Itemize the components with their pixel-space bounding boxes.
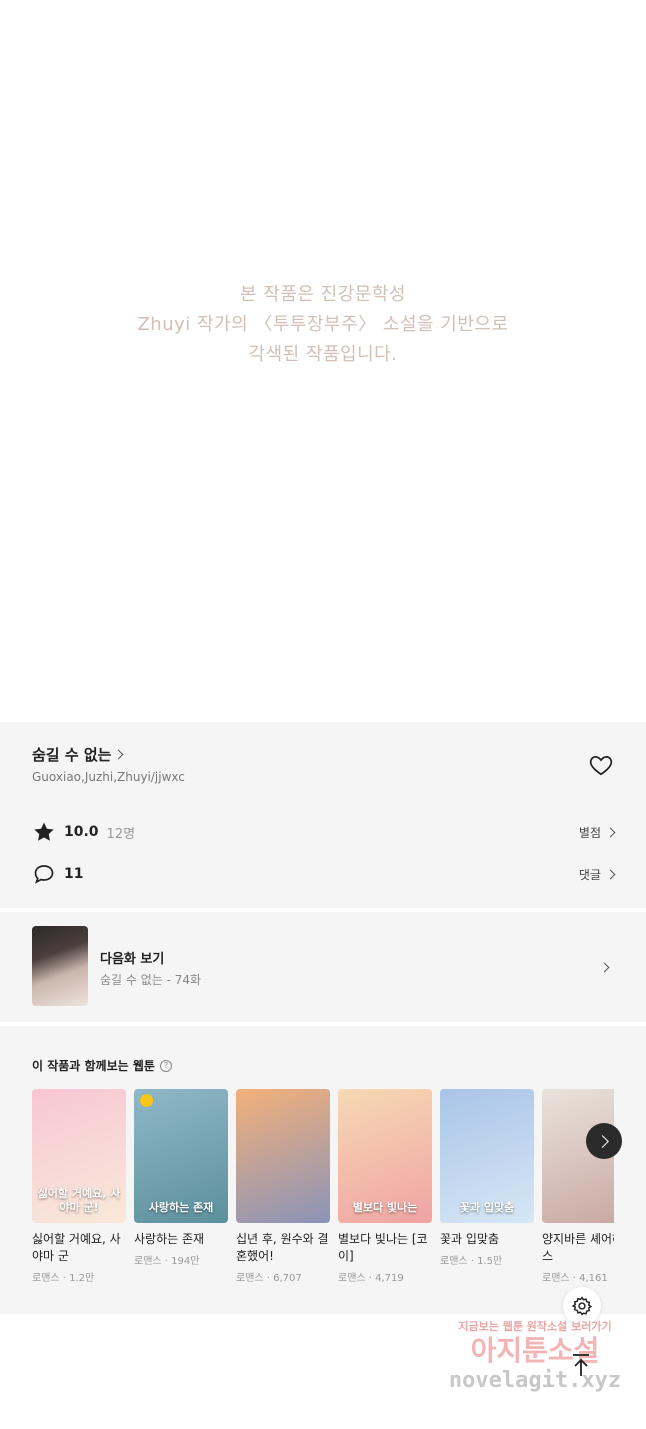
recommendation-title: 사랑하는 존재 [134,1232,205,1246]
rating-link[interactable]: 별점 [578,824,616,841]
recommendations-section: 이 작품과 함께보는 웹툰 ? 싫어할 거예요, 사야마 군! 싫어할 거예요, … [0,1026,646,1314]
comment-bubble-icon [34,865,54,884]
work-authors: Guoxiao,Juzhi,Zhuyi/jjwxc [32,770,185,784]
watermark-line-1: 지금보는 웹툰 원작소설 보러가기 [458,1320,612,1333]
adaptation-notice: 본 작품은 진강문학성 Zhuyi 작가의 〈투투장부주〉 소설을 기반으로 각… [0,280,646,370]
rating-link-label: 별점 [578,825,601,840]
chevron-right-icon [599,962,610,973]
next-episode-label: 다음화 보기 [100,952,165,967]
chevron-right-icon [595,1134,609,1148]
recommendation-meta: 로맨스 · 1.5만 [440,1256,503,1267]
recommendation-title: 별보다 빛나는 [코이] [338,1232,428,1263]
watermark: 지금보는 웹툰 원작소설 보러가기 아지툰소설 novelagit.xyz [440,1318,630,1393]
work-title-link[interactable]: 숨길 수 없는 [32,744,124,765]
rating-value: 10.0 [64,824,99,840]
recommendation-card[interactable]: 꽃과 입맞춤 꽃과 입맞춤 로맨스 · 1.5만 [440,1089,534,1267]
recommendation-cover [236,1089,330,1223]
next-episode-card[interactable]: 다음화 보기 숨길 수 없는 - 74화 [0,912,646,1022]
recommendation-cover-text: 꽃과 입맞춤 [459,1201,515,1214]
star-icon [34,822,54,841]
recommendation-cover: 사랑하는 존재 [134,1089,228,1223]
chevron-right-icon [605,827,616,837]
chevron-right-icon [605,869,616,879]
recommendation-title: 싫어할 거예요, 사야마 군 [32,1232,121,1263]
recommendation-card[interactable]: 별보다 빛나는별보다 빛나는 [코이] 로맨스 · 4,719 [338,1089,432,1284]
clock-badge-icon [140,1094,153,1107]
settings-button[interactable] [563,1287,601,1325]
work-title: 숨길 수 없는 [32,746,112,764]
comment-row: 11 댓글 [32,860,616,888]
watermark-line-2: 아지툰소설 [470,1334,600,1367]
comment-count: 11 [64,866,84,882]
arrow-up-to-line-icon [573,1354,589,1376]
recommendation-card[interactable]: 양지바른 셰어하우스로맨스 · 4,161 [542,1089,614,1284]
rating-count: 12명 [106,826,136,842]
recommendation-meta: 로맨스 · 6,707 [236,1273,302,1284]
next-episode-thumbnail [32,926,88,1006]
recommendation-meta: 로맨스 · 4,161 [542,1273,608,1284]
recommendation-carousel[interactable]: 싫어할 거예요, 사야마 군! 싫어할 거예요, 사야마 군로맨스 · 1.2만 사… [32,1089,614,1299]
work-info-panel: 숨길 수 없는 Guoxiao,Juzhi,Zhuyi/jjwxc 10.0 1… [0,722,646,908]
recommendation-cover-text: 별보다 빛나는 [352,1201,418,1214]
recommendation-card[interactable]: 십년 후, 원수와 결혼했어! 로맨스 · 6,707 [236,1089,330,1284]
scroll-top-button[interactable] [566,1350,596,1380]
comment-link[interactable]: 댓글 [578,866,616,883]
chevron-right-icon [114,749,124,760]
recommendation-card[interactable]: 싫어할 거예요, 사야마 군! 싫어할 거예요, 사야마 군로맨스 · 1.2만 [32,1089,126,1284]
gear-icon [571,1296,593,1316]
recommendation-title: 양지바른 셰어하우스 [542,1232,614,1263]
notice-line-1: 본 작품은 진강문학성 [240,284,406,305]
recommendation-cover: 별보다 빛나는 [338,1089,432,1223]
recommendation-meta: 로맨스 · 4,719 [338,1273,404,1284]
notice-line-2: Zhuyi 작가의 〈투투장부주〉 소설을 기반으로 [137,314,509,335]
heart-outline-icon[interactable] [588,752,614,778]
recommendation-title: 꽃과 입맞춤 [440,1232,500,1246]
question-circle-icon[interactable]: ? [159,1059,172,1072]
recommendation-cover-text: 싫어할 거예요, 사야마 군! [37,1187,121,1214]
comment-link-label: 댓글 [578,867,601,882]
notice-line-3: 각색된 작품입니다. [248,344,398,365]
recommendation-card[interactable]: 사랑하는 존재 사랑하는 존재 로맨스 · 194만 [134,1089,228,1267]
recommendations-title-text: 이 작품과 함께보는 웹툰 [32,1059,155,1073]
recommendation-cover: 꽃과 입맞춤 [440,1089,534,1223]
rating-row: 10.0 12명 별점 [32,818,616,846]
recommendation-meta: 로맨스 · 194만 [134,1256,200,1267]
recommendation-cover: 싫어할 거예요, 사야마 군! [32,1089,126,1223]
recommendations-title: 이 작품과 함께보는 웹툰 ? [32,1057,172,1074]
carousel-next-button[interactable] [586,1123,622,1159]
watermark-line-3: novelagit.xyz [448,1368,622,1393]
recommendation-cover-text: 사랑하는 존재 [148,1201,214,1214]
next-episode-sub: 숨길 수 없는 - 74화 [100,973,202,987]
recommendation-title: 십년 후, 원수와 결혼했어! [236,1232,329,1263]
recommendation-meta: 로맨스 · 1.2만 [32,1273,95,1284]
